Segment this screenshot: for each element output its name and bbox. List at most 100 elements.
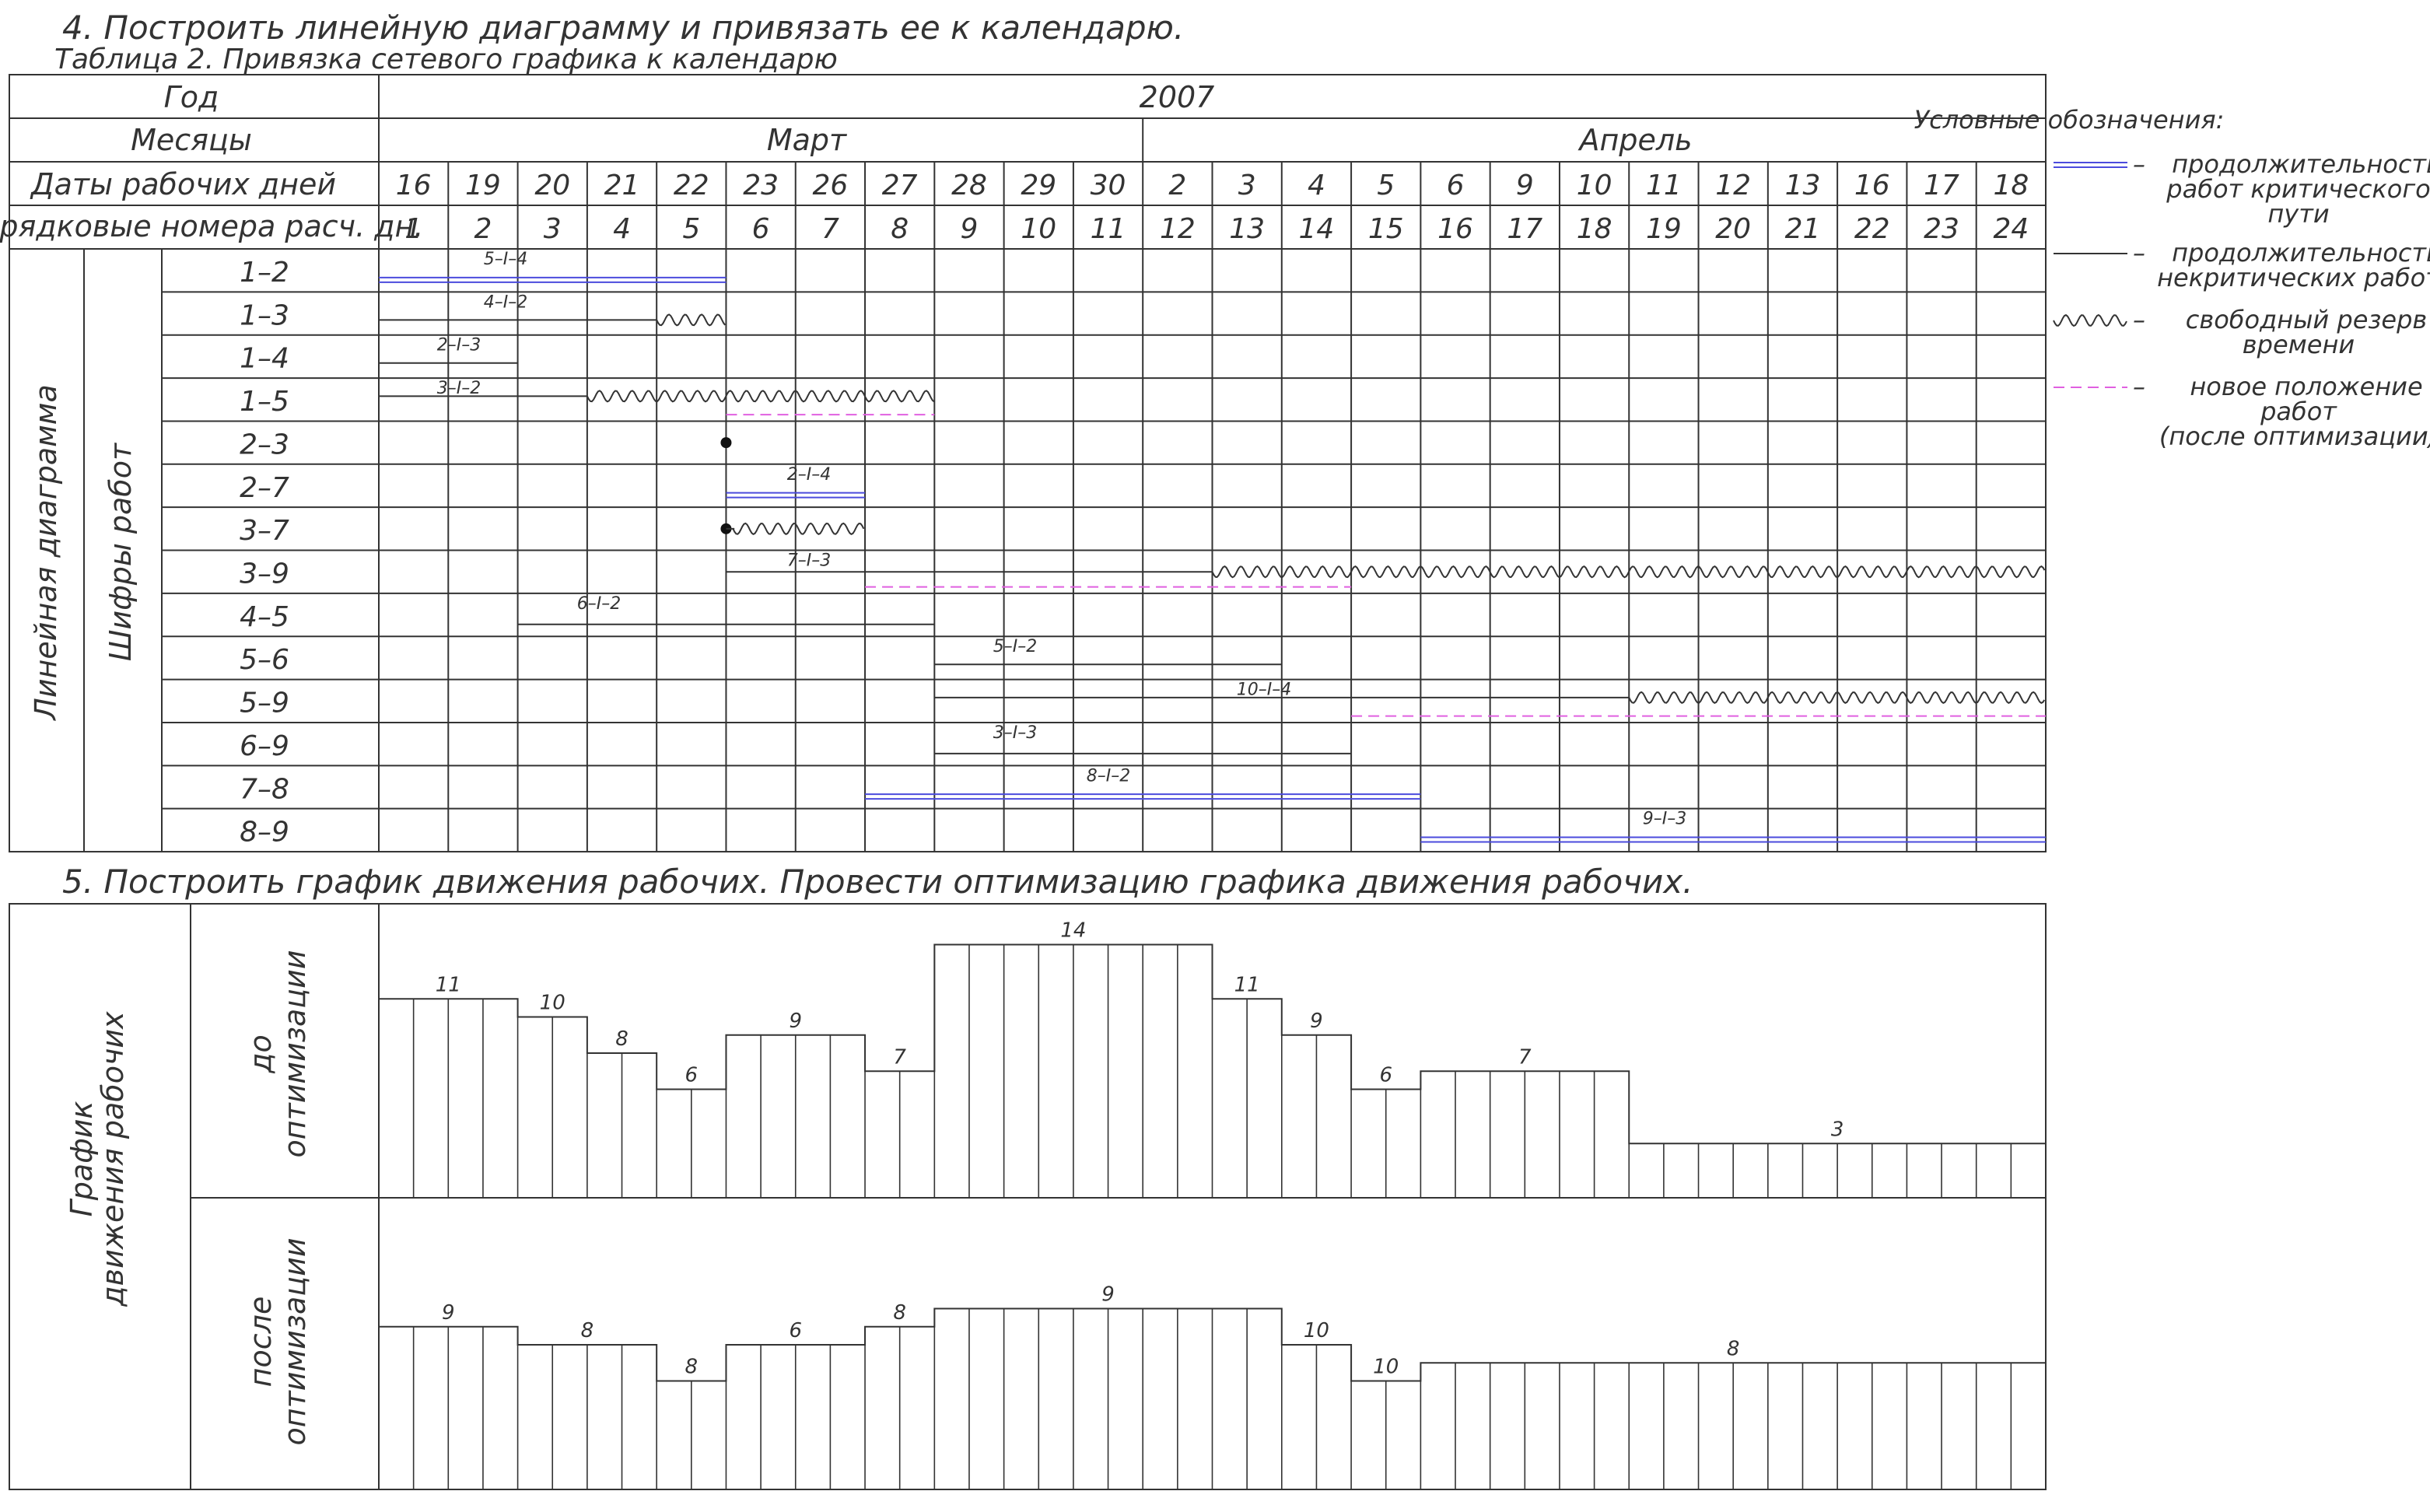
date-cell: 3 xyxy=(1238,170,1256,201)
legend-dash: – xyxy=(2133,149,2145,179)
after-value-label: 9 xyxy=(442,1301,455,1325)
date-cell: 16 xyxy=(396,170,432,201)
section5-title: 5. Построить график движения рабочих. Пр… xyxy=(62,863,1693,901)
legend-dash: – xyxy=(2133,372,2145,401)
dynamic-layer: 16 19 20 21 22 23 26 27 28 29 30 2 3 4 5 6 9 10 11 12 13 16 17… xyxy=(9,74,2047,1490)
drawing-canvas: 4. Построить линейную диаграмму и привяз… xyxy=(0,9,2430,1490)
year-value: 2007 xyxy=(1140,80,1215,114)
before-label-2: оптимизации xyxy=(278,950,312,1157)
day-number-cell: 10 xyxy=(1021,213,1056,245)
before-value-label: 9 xyxy=(789,1010,802,1033)
legend-text: пути xyxy=(2267,199,2329,229)
after-value-label: 8 xyxy=(1727,1337,1740,1360)
after-value-label: 6 xyxy=(789,1319,802,1342)
after-value-label: 8 xyxy=(685,1356,699,1379)
date-cell: 20 xyxy=(534,170,570,201)
day-number-cell: 8 xyxy=(891,213,909,245)
date-cell: 11 xyxy=(1646,170,1682,201)
bar-label: 5–I–2 xyxy=(993,637,1037,656)
day-number-cell: 15 xyxy=(1368,213,1404,245)
day-number-cell: 19 xyxy=(1646,213,1682,245)
dates-label: Даты рабочих дней xyxy=(30,167,336,201)
legend-title: Условные обозначения: xyxy=(1914,105,2225,135)
bar-label: 9–I–3 xyxy=(1643,810,1686,829)
labor-side-label-1: График xyxy=(65,1101,99,1217)
after-label-2: оптимизации xyxy=(278,1237,312,1445)
day-number-cell: 12 xyxy=(1160,213,1196,245)
day-number-cell: 17 xyxy=(1507,213,1542,245)
date-cell: 13 xyxy=(1785,170,1821,201)
date-cell: 19 xyxy=(465,170,501,201)
date-cell: 4 xyxy=(1308,170,1325,201)
day-number-cell: 3 xyxy=(544,213,562,245)
legend-dash: – xyxy=(2133,305,2145,334)
table-title: Таблица 2. Привязка сетевого графика к к… xyxy=(54,44,838,75)
work-code: 5–9 xyxy=(240,688,289,719)
date-cell: 23 xyxy=(743,170,779,201)
work-code: 2–3 xyxy=(240,429,289,460)
after-value-label: 10 xyxy=(1373,1356,1399,1379)
before-value-label: 8 xyxy=(615,1027,629,1051)
bar-label: 3–I–3 xyxy=(993,723,1037,743)
labor-chart-border xyxy=(9,903,2047,1490)
date-cell: 16 xyxy=(1854,170,1890,201)
day-number-cell: 18 xyxy=(1577,213,1612,245)
year-label: Год xyxy=(164,80,219,114)
work-code: 1–5 xyxy=(240,386,289,418)
event-dot xyxy=(720,437,732,449)
day-number-cell: 4 xyxy=(613,213,631,245)
after-value-label: 9 xyxy=(1101,1283,1115,1307)
work-codes-label: Шифры работ xyxy=(103,442,138,661)
after-value-label: 10 xyxy=(1304,1319,1329,1342)
work-code: 3–9 xyxy=(240,558,289,590)
labor-side-label-2: движения рабочих xyxy=(96,1011,130,1307)
day-number-cell: 11 xyxy=(1091,213,1126,245)
day-number-cell: 22 xyxy=(1854,213,1890,245)
day-number-cell: 7 xyxy=(821,213,839,245)
after-value-label: 8 xyxy=(581,1319,594,1342)
work-code: 1–4 xyxy=(240,343,289,375)
work-code: 1–3 xyxy=(240,299,289,331)
day-number-cell: 13 xyxy=(1229,213,1265,245)
date-cell: 17 xyxy=(1924,170,1959,201)
work-code: 8–9 xyxy=(240,817,289,849)
months-label: Месяцы xyxy=(131,123,252,157)
date-cell: 5 xyxy=(1377,170,1395,201)
before-value-label: 7 xyxy=(1518,1045,1532,1069)
date-cell: 29 xyxy=(1021,170,1056,201)
bar-label: 4–I–2 xyxy=(484,292,527,312)
before-value-label: 11 xyxy=(436,973,461,996)
day-number-cell: 5 xyxy=(682,213,700,245)
before-value-label: 11 xyxy=(1234,973,1260,996)
before-value-label: 7 xyxy=(893,1045,906,1069)
month-march: Март xyxy=(767,123,848,157)
date-cell: 22 xyxy=(674,170,709,201)
reserve-wave xyxy=(732,522,865,535)
day-number-cell: 21 xyxy=(1785,213,1821,245)
work-code: 6–9 xyxy=(240,730,289,762)
date-cell: 10 xyxy=(1577,170,1612,201)
before-value-label: 10 xyxy=(540,992,565,1015)
day-number-cell: 23 xyxy=(1924,213,1959,245)
before-value-label: 14 xyxy=(1060,919,1086,943)
bar-label: 7–I–3 xyxy=(787,551,831,571)
day-number-cell: 16 xyxy=(1437,213,1473,245)
before-value-label: 6 xyxy=(1379,1064,1392,1087)
day-number-cell: 6 xyxy=(752,213,770,245)
date-cell: 27 xyxy=(882,170,918,201)
date-cell: 2 xyxy=(1168,170,1186,201)
after-value-label: 8 xyxy=(893,1301,906,1325)
work-code: 7–8 xyxy=(240,773,289,805)
day-number-cell: 1 xyxy=(404,213,422,245)
day-number-cell: 9 xyxy=(961,213,979,245)
month-april: Апрель xyxy=(1577,123,1692,157)
legend-text: некритических работ xyxy=(2157,263,2430,292)
date-cell: 30 xyxy=(1091,170,1126,201)
work-code: 1–2 xyxy=(240,257,289,289)
date-cell: 21 xyxy=(604,170,640,201)
reserve-wave xyxy=(656,313,726,327)
linear-diagram-label: Линейная диаграмма xyxy=(29,384,63,722)
before-value-label: 6 xyxy=(685,1064,699,1087)
reserve-wave xyxy=(586,390,935,403)
work-code: 4–5 xyxy=(240,601,289,633)
